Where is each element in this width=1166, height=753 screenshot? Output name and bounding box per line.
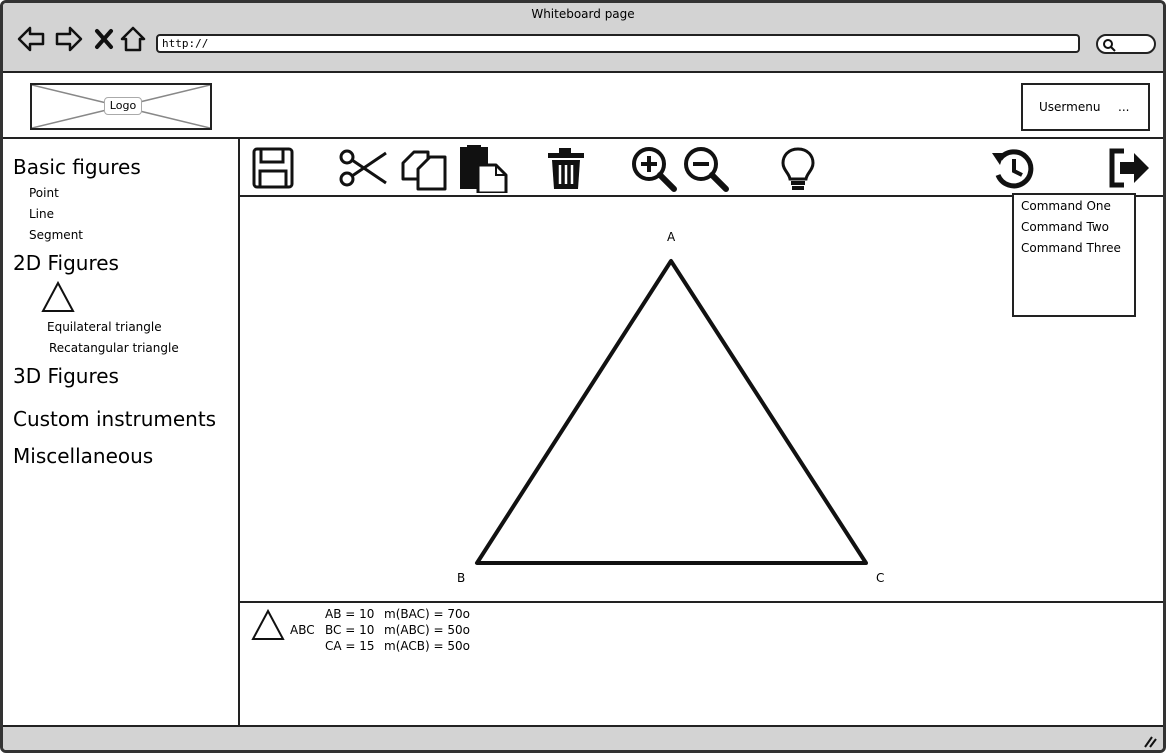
- copy-icon[interactable]: [400, 145, 448, 193]
- exit-icon[interactable]: [1104, 145, 1152, 193]
- menu-item-command-two[interactable]: Command Two: [1021, 220, 1109, 234]
- url-input[interactable]: http://: [156, 34, 1080, 53]
- usermenu-more: ...: [1118, 100, 1130, 114]
- home-icon[interactable]: [119, 25, 147, 53]
- zoom-in-icon[interactable]: [630, 145, 678, 193]
- side-bc: BC = 10: [325, 623, 375, 637]
- toolbar: [240, 139, 1163, 197]
- command-dropdown: Command One Command Two Command Three: [1012, 193, 1136, 317]
- vertex-label-b: B: [457, 571, 466, 585]
- menu-item-command-three[interactable]: Command Three: [1021, 241, 1121, 255]
- triangle-icon[interactable]: [40, 280, 76, 318]
- usermenu-label: Usermenu: [1039, 100, 1101, 114]
- sidebar-item-segment[interactable]: Segment: [29, 228, 83, 242]
- paste-icon[interactable]: [458, 145, 508, 195]
- page-header: Logo Usermenu ...: [3, 71, 1163, 139]
- sidebar-item-line[interactable]: Line: [29, 207, 54, 221]
- angle-acb: m(ACB) = 50o: [384, 639, 470, 653]
- vertex-label-a: A: [667, 230, 676, 244]
- figure-info-panel: ABC AB = 10 BC = 10 CA = 15 m(BAC) = 70o…: [240, 601, 1163, 725]
- hint-icon[interactable]: [778, 145, 826, 193]
- zoom-out-icon[interactable]: [682, 145, 730, 193]
- logo-label: Logo: [104, 97, 142, 115]
- angle-bac: m(BAC) = 70o: [384, 607, 470, 621]
- delete-icon[interactable]: [546, 145, 594, 193]
- category-miscellaneous[interactable]: Miscellaneous: [13, 444, 153, 468]
- back-arrow-icon[interactable]: [16, 25, 45, 53]
- usermenu-button[interactable]: Usermenu ...: [1021, 83, 1150, 131]
- sidebar-item-rectangular-triangle[interactable]: Recatangular triangle: [49, 341, 179, 355]
- cut-icon[interactable]: [338, 145, 387, 193]
- category-2d-figures[interactable]: 2D Figures: [13, 251, 119, 275]
- category-3d-figures[interactable]: 3D Figures: [13, 364, 119, 388]
- browser-chrome: Whiteboard page http://: [3, 3, 1163, 71]
- sidebar-item-point[interactable]: Point: [29, 186, 59, 200]
- save-icon[interactable]: [250, 145, 298, 193]
- browser-window: Whiteboard page http:// Logo Usermenu ..…: [0, 0, 1166, 753]
- logo: Logo: [30, 83, 212, 130]
- figure-name: ABC: [290, 623, 315, 637]
- close-x-icon[interactable]: [93, 25, 121, 53]
- angle-abc: m(ABC) = 50o: [384, 623, 470, 637]
- status-bar: [3, 725, 1163, 750]
- side-ab: AB = 10: [325, 607, 375, 621]
- resize-grip-icon[interactable]: [1143, 733, 1157, 750]
- history-icon[interactable]: [990, 145, 1038, 193]
- browser-search-field[interactable]: [1096, 34, 1156, 54]
- category-basic-figures[interactable]: Basic figures: [13, 155, 141, 179]
- forward-arrow-icon[interactable]: [54, 25, 83, 53]
- triangle-icon: [251, 608, 285, 644]
- side-ca: CA = 15: [325, 639, 375, 653]
- category-custom-instruments[interactable]: Custom instruments: [13, 407, 216, 431]
- sidebar: Basic figures Point Line Segment 2D Figu…: [3, 139, 240, 725]
- vertex-label-c: C: [876, 571, 885, 585]
- sidebar-item-equilateral-triangle[interactable]: Equilateral triangle: [47, 320, 162, 334]
- menu-item-command-one[interactable]: Command One: [1021, 199, 1111, 213]
- window-title: Whiteboard page: [531, 7, 635, 21]
